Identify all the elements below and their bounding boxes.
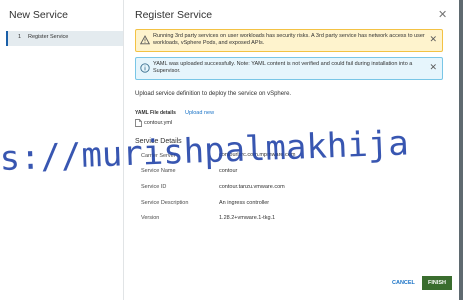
wizard-title: New Service — [9, 9, 68, 21]
dismiss-info-icon[interactable]: ✕ — [429, 63, 437, 72]
file-name: contour.yml — [144, 120, 173, 126]
detail-label: Service Description — [141, 200, 189, 206]
file-icon — [135, 119, 142, 127]
url-watermark: s://murishpalmakhija — [0, 128, 463, 188]
watermark-text: s://murishpalmakhija — [0, 128, 409, 179]
warning-banner: Running 3rd party services on user workl… — [135, 29, 443, 52]
dismiss-warning-icon[interactable]: ✕ — [429, 35, 437, 44]
cancel-button[interactable]: CANCEL — [392, 280, 415, 286]
detail-value: An ingress controller — [219, 200, 270, 206]
close-icon[interactable]: ✕ — [438, 8, 447, 21]
wizard-step-register-service[interactable]: 1 Register Service — [6, 31, 123, 46]
finish-button[interactable]: FINISH — [422, 276, 452, 290]
step-label: Register Service — [28, 34, 69, 40]
info-text: YAML was uploaded successfully. Note: YA… — [153, 61, 413, 74]
upload-intro: Upload service definition to deploy the … — [135, 91, 292, 97]
info-banner: YAML was uploaded successfully. Note: YA… — [135, 57, 443, 80]
detail-value: 1.28.2+vmware.1-tkg.1 — [219, 215, 276, 221]
step-number: 1 — [18, 34, 22, 40]
warning-icon — [140, 35, 150, 45]
warning-text: Running 3rd party services on user workl… — [153, 33, 425, 46]
yaml-file-label: YAML File details — [135, 110, 176, 116]
detail-label: Version — [141, 215, 160, 221]
dialog-title: Register Service — [135, 9, 213, 21]
upload-new-link[interactable]: Upload new — [185, 110, 214, 116]
info-icon — [140, 63, 150, 73]
